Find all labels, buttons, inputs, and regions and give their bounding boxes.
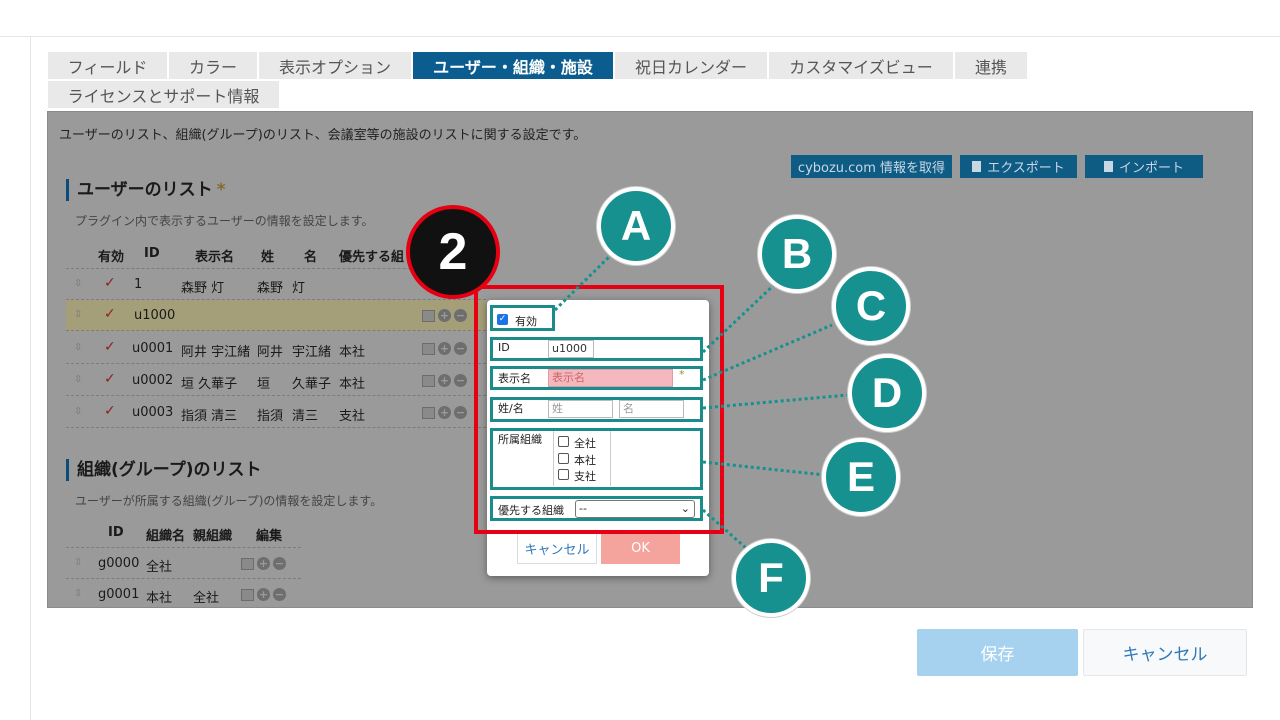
leader-line-a: [553, 250, 616, 312]
leader-line-e: [702, 460, 826, 477]
settings-screen: フィールド カラー 表示オプション ユーザー・組織・施設 祝日カレンダー カスタ…: [0, 0, 1280, 720]
callout-leader-lines: [553, 250, 849, 558]
leader-line-d: [702, 393, 849, 410]
save-button[interactable]: 保存: [917, 629, 1078, 676]
leader-line-b: [701, 282, 777, 354]
callout-d: D: [848, 354, 926, 432]
cancel-button[interactable]: キャンセル: [1083, 629, 1247, 676]
callout-b: B: [758, 215, 836, 293]
callout-a: A: [597, 187, 675, 265]
callout-e: E: [822, 438, 900, 516]
callout-c: C: [832, 267, 910, 345]
step-number-badge: 2: [406, 205, 500, 299]
callout-f: F: [732, 539, 810, 617]
